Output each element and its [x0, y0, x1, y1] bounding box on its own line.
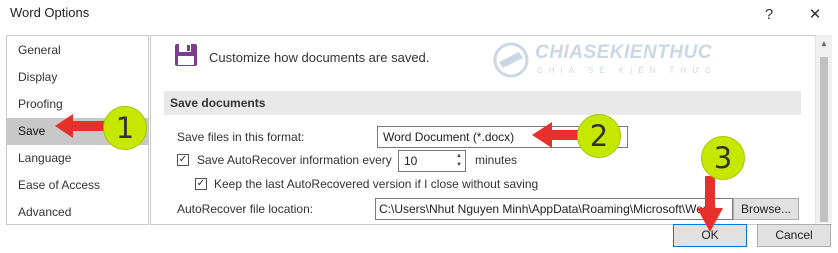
annotation-badge-1: 1 [103, 106, 147, 150]
annotation-badge-3: 3 [701, 136, 745, 180]
annotation-badge-2: 2 [577, 114, 621, 158]
arrow-to-ok-icon [697, 176, 723, 232]
arrow-to-save-icon [55, 114, 108, 138]
